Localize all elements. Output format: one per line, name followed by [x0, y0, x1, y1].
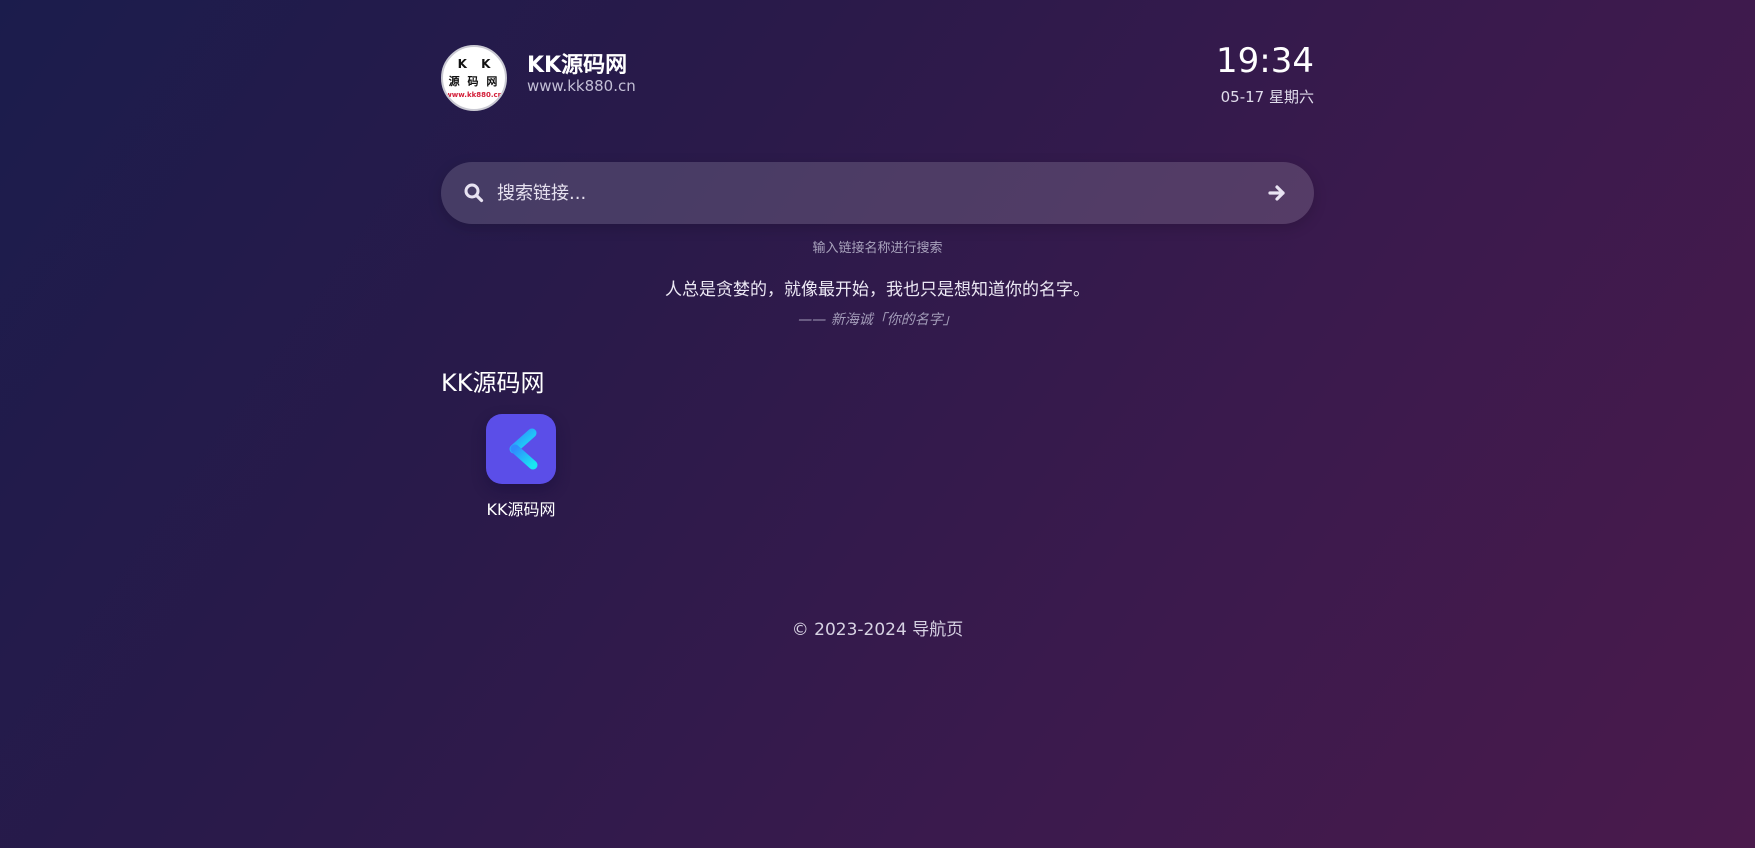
- search-hint: 输入链接名称进行搜索: [812, 241, 943, 256]
- quote-text: 人总是贪婪的，就像最开始，我也只是想知道你的名字。: [665, 280, 1090, 300]
- clock-time: 19:34: [1216, 41, 1314, 81]
- k-app-icon: [486, 414, 556, 484]
- search-bar: [441, 162, 1314, 224]
- search-icon: [463, 182, 485, 204]
- site-name: KK源码网: [527, 53, 628, 78]
- link-label: KK源码网: [486, 500, 556, 519]
- logo-line-1: K K: [457, 57, 496, 71]
- site-logo[interactable]: K K 源 码 网 www.kk880.cn: [441, 45, 507, 111]
- link-card-kk[interactable]: KK源码网: [471, 414, 571, 524]
- logo-line-2: 源 码 网: [448, 75, 500, 88]
- logo-line-3: www.kk880.cn: [445, 91, 503, 99]
- section-title: KK源码网: [441, 369, 545, 397]
- search-submit-button[interactable]: [1262, 178, 1292, 208]
- arrow-right-icon: [1262, 185, 1292, 211]
- header: K K 源 码 网 www.kk880.cn KK源码网 www.kk880.c…: [441, 41, 1314, 115]
- search-input[interactable]: [497, 162, 1237, 224]
- site-url: www.kk880.cn: [527, 77, 636, 95]
- footer-copyright: © 2023-2024 导航页: [791, 620, 964, 640]
- clock-date: 05-17 星期六: [1220, 88, 1314, 106]
- quote-source: —— 新海诚「你的名字」: [798, 312, 957, 328]
